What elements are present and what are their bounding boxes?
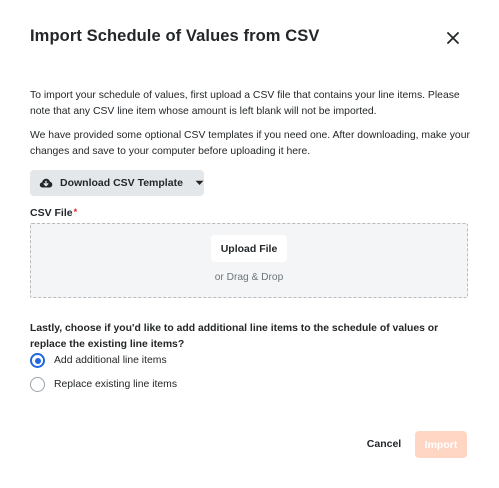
caret-down-icon [195, 180, 204, 186]
csv-dropzone[interactable]: Upload File or Drag & Drop [30, 223, 468, 298]
intro-paragraph-2: We have provided some optional CSV templ… [30, 130, 470, 157]
import-mode-question: Lastly, choose if you'd like to add addi… [30, 323, 439, 350]
modal-title: Import Schedule of Values from CSV [30, 27, 320, 45]
radio-button-checked[interactable] [30, 353, 45, 368]
cancel-button[interactable]: Cancel [360, 431, 408, 457]
required-marker: * [73, 207, 78, 217]
csv-file-label-text: CSV File [30, 207, 73, 219]
radio-add-additional[interactable]: Add additional line items [30, 353, 167, 368]
radio-button-unchecked[interactable] [30, 377, 45, 392]
drag-drop-text: or Drag & Drop [214, 272, 284, 283]
close-icon [447, 32, 459, 44]
csv-file-label: CSV File* [30, 207, 77, 219]
cloud-download-icon [39, 176, 53, 190]
radio-label-replace: Replace existing line items [54, 379, 178, 390]
upload-file-button[interactable]: Upload File [211, 235, 287, 262]
radio-replace-existing[interactable]: Replace existing line items [30, 377, 177, 392]
download-csv-template-label: Download CSV Template [60, 177, 183, 189]
radio-label-add: Add additional line items [54, 355, 167, 366]
intro-paragraph-1: To import your schedule of values, first… [30, 90, 460, 117]
import-button[interactable]: Import [415, 431, 467, 458]
close-button[interactable] [440, 26, 466, 50]
import-sov-modal: Import Schedule of Values from CSV To im… [0, 0, 499, 488]
download-csv-template-button[interactable]: Download CSV Template [30, 170, 204, 196]
